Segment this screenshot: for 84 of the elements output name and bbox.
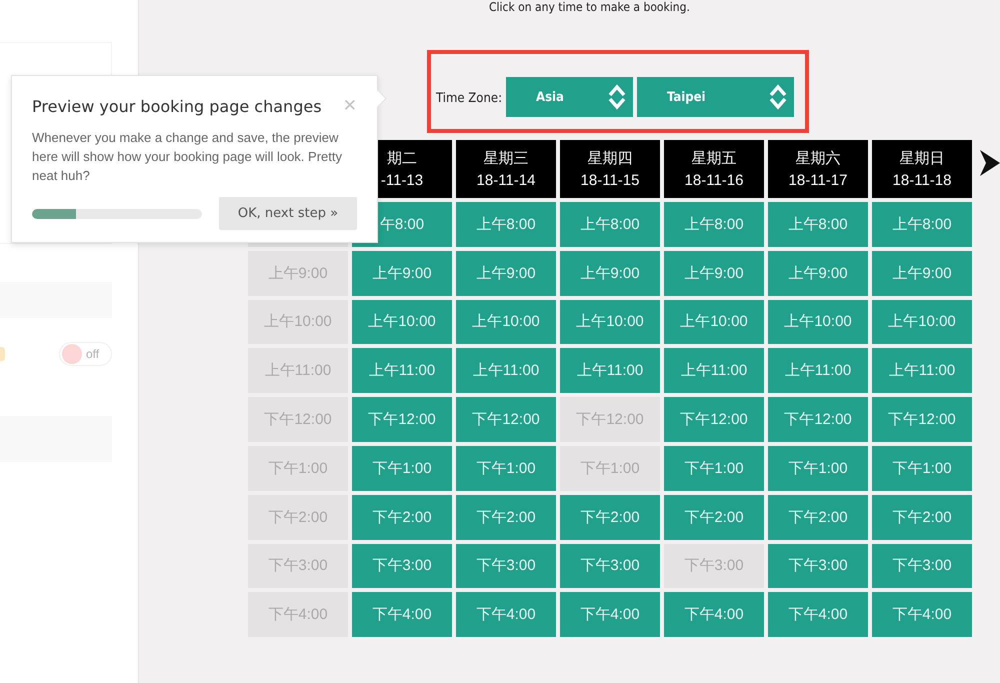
time-slot: 下午12:00 <box>560 397 660 442</box>
time-slot[interactable]: 上午9:00 <box>352 250 452 296</box>
time-slot: 上午10:00 <box>248 300 348 344</box>
time-slot[interactable]: 下午4:00 <box>456 592 556 638</box>
instruction-text: Click on any time to make a booking. <box>489 0 691 16</box>
close-button[interactable]: ✕ <box>342 96 357 116</box>
time-slot[interactable]: 下午2:00 <box>456 494 556 540</box>
time-slot: 下午12:00 <box>248 397 348 442</box>
time-slot[interactable]: 上午9:00 <box>872 250 972 296</box>
time-slot[interactable]: 下午12:00 <box>768 397 868 442</box>
time-slot[interactable]: 下午12:00 <box>872 397 972 442</box>
time-slot[interactable]: 下午4:00 <box>768 592 868 638</box>
day-name: 星期三 <box>484 149 528 168</box>
day-name: 星期五 <box>692 149 736 168</box>
time-slot[interactable]: 下午2:00 <box>768 494 868 540</box>
time-slot[interactable]: 下午2:00 <box>872 494 972 540</box>
time-slot[interactable]: 下午4:00 <box>872 592 972 638</box>
time-slot[interactable]: 上午10:00 <box>560 300 660 344</box>
date-label: 18-11-17 <box>788 172 848 189</box>
date-label: 18-11-15 <box>580 172 640 189</box>
time-slot[interactable]: 下午1:00 <box>456 446 556 491</box>
time-slot[interactable]: 上午10:00 <box>664 300 764 344</box>
date-label: 18-11-14 <box>476 172 536 189</box>
time-slot: 下午2:00 <box>248 494 348 540</box>
time-slot[interactable]: 下午4:00 <box>664 592 764 638</box>
time-slot[interactable]: 下午2:00 <box>352 494 452 540</box>
time-slot[interactable]: 下午4:00 <box>560 592 660 638</box>
date-label: -11-13 <box>380 172 424 189</box>
time-slot: 下午1:00 <box>248 446 348 491</box>
time-slot: 下午4:00 <box>248 592 348 638</box>
time-slot[interactable]: 下午2:00 <box>560 494 660 540</box>
time-slot[interactable]: 上午11:00 <box>664 348 764 394</box>
time-slot[interactable]: 上午8:00 <box>560 202 660 247</box>
time-slot[interactable]: 下午1:00 <box>872 446 972 491</box>
day-name: 星期日 <box>900 149 944 168</box>
city-select[interactable]: Taipei <box>637 77 794 117</box>
time-slot[interactable]: 上午8:00 <box>768 202 868 247</box>
time-slot[interactable]: 下午2:00 <box>664 494 764 540</box>
date-label: 18-11-16 <box>684 172 744 189</box>
time-slot[interactable]: 上午10:00 <box>872 300 972 344</box>
day-name: 期二 <box>387 149 417 168</box>
time-slot[interactable]: 上午10:00 <box>352 300 452 344</box>
day-name: 星期六 <box>796 149 840 168</box>
time-slot[interactable]: 上午11:00 <box>560 348 660 394</box>
time-slot[interactable]: 下午12:00 <box>456 397 556 442</box>
time-slot[interactable]: 上午10:00 <box>456 300 556 344</box>
time-slot[interactable]: 上午10:00 <box>768 300 868 344</box>
time-slot[interactable]: 上午8:00 <box>664 202 764 247</box>
time-slot[interactable]: 上午9:00 <box>560 250 660 296</box>
time-slot[interactable]: 上午11:00 <box>768 348 868 394</box>
time-slot: 上午9:00 <box>248 250 348 296</box>
time-slot[interactable]: 上午8:00 <box>872 202 972 247</box>
time-slot[interactable]: 上午9:00 <box>664 250 764 296</box>
time-slot[interactable]: 下午12:00 <box>664 397 764 442</box>
popover-text: Whenever you make a change and save, the preview here will show how your booking page will look. Pretty neat huh? <box>32 129 343 185</box>
region-select[interactable]: Asia <box>506 77 634 117</box>
tag-edge <box>0 347 5 361</box>
time-slot[interactable]: 下午1:00 <box>664 446 764 491</box>
time-slot[interactable]: 上午9:00 <box>768 250 868 296</box>
date-label: 18-11-18 <box>892 172 952 189</box>
time-slot[interactable]: 下午3:00 <box>352 544 452 588</box>
time-slot: 下午3:00 <box>248 544 348 588</box>
time-slot[interactable]: 下午12:00 <box>352 397 452 442</box>
time-slot: 下午3:00 <box>664 544 764 588</box>
time-slot[interactable]: 上午9:00 <box>456 250 556 296</box>
toggle-switch[interactable]: off <box>59 342 112 366</box>
time-slot[interactable]: 下午4:00 <box>352 592 452 638</box>
time-slot[interactable]: 下午3:00 <box>560 544 660 588</box>
time-slot[interactable]: 上午11:00 <box>872 348 972 394</box>
time-slot[interactable]: 上午11:00 <box>456 348 556 394</box>
next-step-button[interactable]: OK, next step » <box>219 197 357 230</box>
next-arrow-icon[interactable] <box>980 150 1000 176</box>
time-slot[interactable]: 下午3:00 <box>456 544 556 588</box>
time-slot[interactable]: 下午1:00 <box>768 446 868 491</box>
popover-title: Preview your booking page changes <box>32 96 322 116</box>
time-slot[interactable]: 下午3:00 <box>768 544 868 588</box>
day-name: 星期四 <box>588 149 632 168</box>
time-slot: 上午11:00 <box>248 348 348 394</box>
time-slot: 下午1:00 <box>560 446 660 491</box>
time-slot[interactable]: 下午3:00 <box>872 544 972 588</box>
time-slot[interactable]: 下午1:00 <box>352 446 452 491</box>
time-zone-label: Time Zone: <box>436 91 502 106</box>
time-slot[interactable]: 上午8:00 <box>456 202 556 247</box>
time-slot[interactable]: 上午11:00 <box>352 348 452 394</box>
